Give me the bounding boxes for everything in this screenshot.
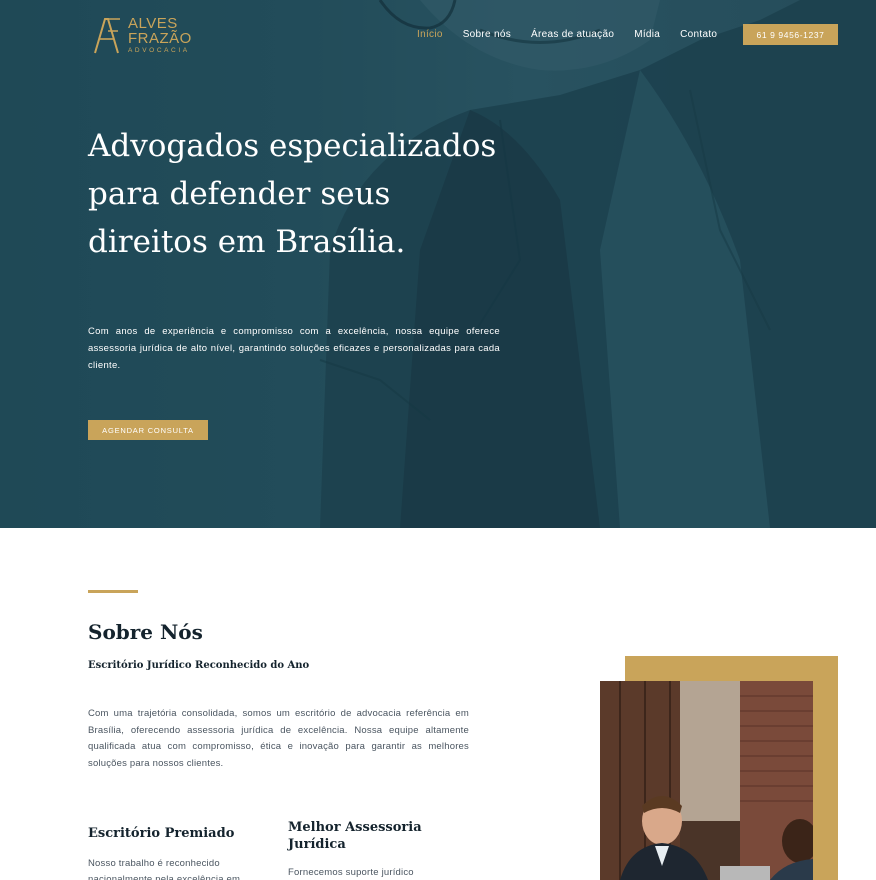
- logo-name-line2: FRAZÃO: [128, 29, 192, 47]
- feature-text-premiado: Nosso trabalho é reconhecido nacionalmen…: [88, 858, 241, 880]
- hero-section: ALVES FRAZÃO ADVOCACIA Início Sobre nós …: [0, 0, 876, 528]
- hero-title: Advogados especializados para defender s…: [88, 128, 497, 260]
- schedule-consultation-button[interactable]: AGENDAR CONSULTA: [88, 420, 208, 440]
- phone-button[interactable]: 61 9 9456-1237: [743, 24, 838, 45]
- about-title: Sobre Nós: [88, 620, 203, 644]
- hero-description: Com anos de experiência e compromisso co…: [88, 326, 500, 371]
- office-team-photo: [600, 681, 813, 880]
- feature-title-assessoria: Melhor Assessoria Jurídica: [288, 820, 422, 852]
- brand-logo[interactable]: ALVES FRAZÃO ADVOCACIA: [92, 14, 210, 56]
- nav-item-contato[interactable]: Contato: [680, 29, 717, 40]
- office-photo-illustration: [600, 681, 813, 880]
- logo-text: ALVES FRAZÃO ADVOCACIA: [128, 16, 192, 55]
- about-description: Com uma trajetória consolidada, somos um…: [88, 708, 469, 769]
- nav-item-sobre-nos[interactable]: Sobre nós: [463, 29, 511, 40]
- feature-text-assessoria: Fornecemos suporte jurídico: [288, 867, 414, 878]
- logo-name-line1: ALVES: [128, 14, 178, 32]
- about-subtitle: Escritório Jurídico Reconhecido do Ano: [88, 660, 310, 671]
- nav-item-inicio[interactable]: Início: [417, 29, 443, 40]
- nav-item-areas-de-atuacao[interactable]: Áreas de atuação: [531, 29, 614, 40]
- logo-tagline: ADVOCACIA: [128, 46, 190, 54]
- logo-monogram-icon: [94, 18, 120, 54]
- section-divider: [88, 590, 138, 593]
- nav-item-midia[interactable]: Mídia: [634, 29, 660, 40]
- feature-title-premiado: Escritório Premiado: [88, 826, 235, 841]
- main-nav: Início Sobre nós Áreas de atuação Mídia …: [417, 29, 737, 40]
